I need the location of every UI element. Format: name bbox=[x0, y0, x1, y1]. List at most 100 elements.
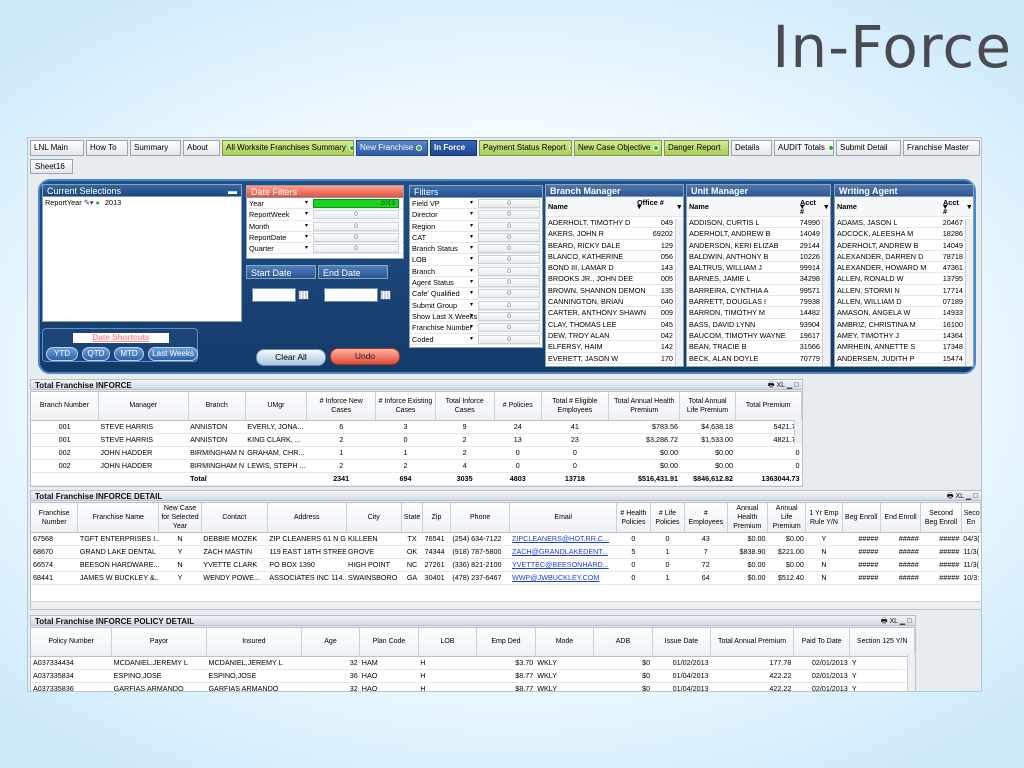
date-filter-row-reportweek[interactable]: ReportWeek ▾ 0 bbox=[247, 209, 403, 221]
filter-value[interactable]: 0 bbox=[313, 221, 399, 231]
clear-all-button[interactable]: Clear All bbox=[256, 349, 326, 366]
calendar-icon[interactable] bbox=[298, 290, 309, 300]
column-header[interactable]: Payor bbox=[111, 628, 207, 657]
start-date-input[interactable] bbox=[252, 288, 296, 302]
list-item[interactable]: ADDISON, CURTIS L 74990 bbox=[687, 217, 830, 229]
table-row[interactable]: 68441 JAMES W BUCKLEY &... Y WENDY POWE... A… bbox=[31, 571, 981, 585]
edit-icon[interactable]: ✎▾ bbox=[84, 198, 94, 207]
name-column-header[interactable]: Name bbox=[548, 197, 568, 216]
column-header[interactable]: LOB bbox=[418, 628, 478, 657]
table-row[interactable]: 002 JOHN HADDER BIRMINGHAM N LEWIS, STEPH .… bbox=[31, 459, 802, 473]
table-row[interactable]: A037335834 ESPINO,JOSE ESPINO,JOSE 36 HAO H $8… bbox=[31, 669, 915, 683]
undo-button[interactable]: Undo bbox=[330, 348, 400, 365]
column-header[interactable]: Total Annual Life Premium bbox=[679, 392, 736, 421]
tab-lnl-main[interactable]: LNL Main bbox=[30, 140, 84, 156]
column-header[interactable]: City bbox=[346, 503, 402, 533]
table-row[interactable]: 67568 TGFT ENTERPRISES I... N DEBBIE MOZEK Z… bbox=[31, 532, 981, 546]
dropdown-arrow-icon[interactable]: ▾ bbox=[470, 322, 473, 332]
list-item[interactable]: BLANCO, KATHERINE 056 bbox=[546, 251, 683, 263]
tab-submit-detail[interactable]: Submit Detail bbox=[836, 140, 901, 156]
filter-row-branch-status[interactable]: Branch Status ▾ 0 bbox=[410, 243, 542, 255]
dropdown-arrow-icon[interactable]: ▾ bbox=[470, 209, 473, 219]
column-header[interactable]: Branch bbox=[188, 392, 246, 421]
tab-summary[interactable]: Summary bbox=[130, 140, 181, 156]
dropdown-arrow-icon[interactable]: ▾ bbox=[470, 254, 473, 264]
table-cell[interactable]: WWP@JWBUCKLEY.COM bbox=[509, 571, 617, 585]
tab-in-force[interactable]: In Force bbox=[430, 140, 477, 156]
column-header[interactable]: Total Annual Health Premium bbox=[608, 392, 681, 421]
column-header[interactable]: Franchise Number bbox=[31, 503, 79, 533]
list-item[interactable]: ALLEN, RONALD W 13795 bbox=[835, 273, 973, 285]
dropdown-arrow-icon[interactable]: ▾ bbox=[305, 198, 308, 208]
column-header[interactable]: Section 125 Y/N bbox=[849, 628, 915, 657]
list-item[interactable]: AKERS, JOHN R 69202 bbox=[546, 228, 683, 240]
scrollbar[interactable] bbox=[822, 219, 830, 366]
column-header[interactable]: 1 Yr Emp Rule Y/N bbox=[805, 503, 843, 533]
list-item[interactable]: BEAN, TRACIE B 31566 bbox=[687, 341, 830, 353]
column-header[interactable]: Annual Life Premium bbox=[767, 503, 807, 533]
tab-payment-status-report[interactable]: Payment Status Report bbox=[479, 140, 572, 156]
list-item[interactable]: BARRON, TIMOTHY M 14482 bbox=[687, 307, 830, 319]
list-item[interactable]: BASS, DAVID LYNN 93904 bbox=[687, 319, 830, 330]
filter-value[interactable]: 0 bbox=[313, 210, 399, 220]
column-header[interactable]: Beg Enroll bbox=[842, 503, 881, 533]
dropdown-arrow-icon[interactable]: ▾ bbox=[305, 232, 308, 242]
filter-value[interactable]: 0 bbox=[478, 289, 540, 299]
tab-danger-report[interactable]: Danger Report bbox=[664, 140, 729, 156]
list-item[interactable]: BARRETT, DOUGLAS I 79938 bbox=[687, 296, 830, 308]
column-header[interactable]: Second En bbox=[961, 503, 981, 533]
filter-row-agent-status[interactable]: Agent Status ▾ 0 bbox=[410, 277, 542, 289]
column-header[interactable]: Total # Eligible Employees bbox=[541, 392, 610, 421]
column-header[interactable]: Total Annual Premium bbox=[710, 628, 794, 657]
column-header[interactable]: # Employees bbox=[684, 503, 728, 533]
column-header[interactable]: Email bbox=[509, 503, 617, 533]
tab-sheet16[interactable]: Sheet16 bbox=[30, 159, 73, 174]
filter-row-field-vp[interactable]: Field VP ▾ 0 bbox=[410, 198, 542, 210]
name-column-header[interactable]: Name bbox=[689, 197, 709, 216]
scrollbar[interactable] bbox=[907, 654, 915, 691]
filter-row-show-last-x-weeks[interactable]: Show Last X Weeks ▾ 0 bbox=[410, 311, 542, 323]
column-header[interactable]: Manager bbox=[98, 392, 189, 421]
filter-value[interactable]: 0 bbox=[478, 210, 540, 220]
dropdown-arrow-icon[interactable]: ▾ bbox=[305, 209, 308, 219]
list-item[interactable]: ALLEN, WILLIAM D 07189 bbox=[835, 296, 973, 308]
column-header[interactable]: State bbox=[401, 503, 424, 533]
current-selection-row[interactable]: ReportYear ✎▾ ● 2013 bbox=[43, 197, 241, 208]
list-item[interactable]: ADERHOLT, ANDREW B 14049 bbox=[835, 240, 973, 251]
filter-value[interactable]: 0 bbox=[478, 221, 540, 231]
dropdown-arrow-icon[interactable]: ▾ bbox=[470, 243, 473, 253]
filter-value[interactable]: 0 bbox=[478, 323, 540, 333]
list-item[interactable]: AMASON, ANGELA W 14933 bbox=[835, 307, 973, 319]
filter-value[interactable]: 0 bbox=[478, 244, 540, 254]
table-cell[interactable]: YVETTEC@BEESONHARD... bbox=[509, 558, 617, 572]
list-item[interactable]: BROOKS JR., JOHN DEE 005 bbox=[546, 273, 683, 285]
tab-about[interactable]: About bbox=[183, 140, 220, 156]
column-header[interactable]: Paid To Date bbox=[793, 628, 851, 657]
list-item[interactable]: BOND III, LAMAR D 143 bbox=[546, 262, 683, 274]
filter-row-coded[interactable]: Coded ▾ 0 bbox=[410, 334, 542, 345]
list-item[interactable]: AMBRIZ, CHRISTINA M 16100 bbox=[835, 319, 973, 330]
column-header[interactable]: Emp Ded bbox=[476, 628, 536, 657]
table-cell[interactable]: ZACH@GRANDLAKEDENT... bbox=[509, 545, 617, 559]
table-controls-icon[interactable]: 🖶 XL ▁ ◻ bbox=[768, 380, 799, 391]
filter-value[interactable]: 0 bbox=[478, 334, 540, 344]
sort-arrow-icon[interactable]: ▾ bbox=[824, 197, 828, 216]
sort-arrow-icon[interactable]: ▾ bbox=[677, 197, 681, 216]
list-item[interactable]: ADERHOLT, TIMOTHY D 049 bbox=[546, 217, 683, 229]
dropdown-arrow-icon[interactable]: ▾ bbox=[470, 334, 473, 344]
dropdown-arrow-icon[interactable]: ▾ bbox=[305, 243, 308, 253]
tab-details[interactable]: Details bbox=[731, 140, 772, 156]
table-row[interactable]: 002 JOHN HADDER BIRMINGHAM N GRAHAM, CHR...… bbox=[31, 446, 802, 460]
list-item[interactable]: CANNINGTON, BRIAN 040 bbox=[546, 296, 683, 308]
list-item[interactable]: ALEXANDER, DARREN D 78718 bbox=[835, 251, 973, 263]
list-item[interactable]: ANDERSEN, JUDITH P 15474 bbox=[835, 353, 973, 364]
column-header[interactable]: # Life Policies bbox=[650, 503, 686, 533]
end-date-input[interactable] bbox=[324, 288, 378, 302]
table-controls-icon[interactable]: 🖶 XL ▁ ◻ bbox=[881, 616, 912, 627]
column-header[interactable]: Total Premium bbox=[735, 392, 802, 421]
column-header[interactable]: Total Inforce Cases bbox=[435, 392, 495, 421]
filter-value[interactable]: 0 bbox=[313, 232, 399, 242]
scrollbar[interactable] bbox=[675, 219, 683, 366]
filter-row-region[interactable]: Region ▾ 0 bbox=[410, 221, 542, 232]
name-column-header[interactable]: Name bbox=[837, 197, 857, 216]
